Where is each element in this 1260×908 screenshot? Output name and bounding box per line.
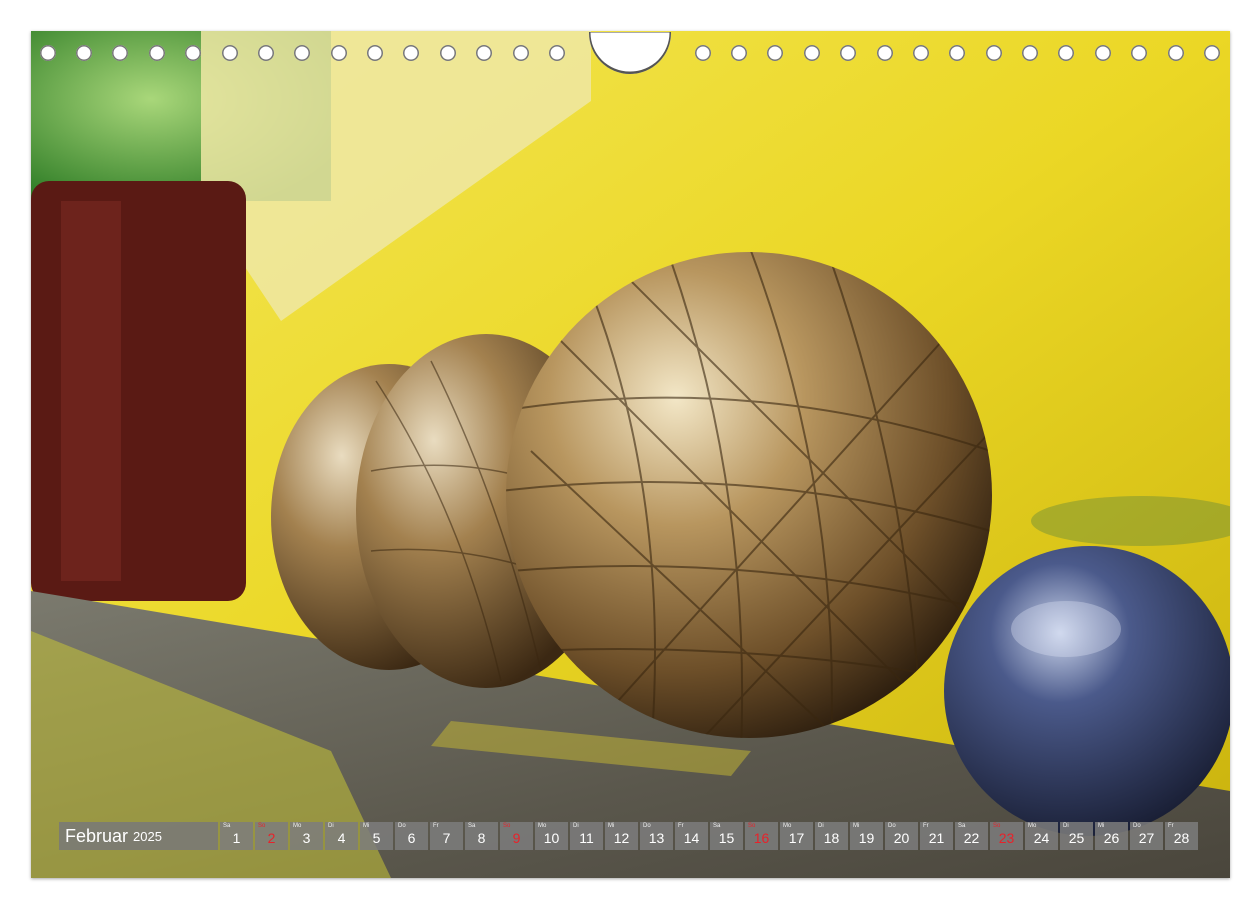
day-number: 8 (477, 830, 486, 846)
day-cell: Do 20 (885, 822, 918, 850)
day-cell: Do 27 (1130, 822, 1163, 850)
weekday-label: Di (573, 823, 579, 829)
day-number: 22 (963, 830, 980, 846)
calendar-strip: Februar 2025 Sa 1 So 2 Mo 3 Di 4 Mi 5 Do 6 Fr 7 Sa 8 So 9… (59, 822, 1200, 850)
day-cell: So 16 (745, 822, 778, 850)
weekday-label: Di (328, 823, 334, 829)
day-number: 6 (407, 830, 416, 846)
day-number: 21 (928, 830, 945, 846)
day-number: 4 (337, 830, 346, 846)
weekday-label: Fr (923, 823, 929, 829)
day-number: 11 (579, 830, 594, 846)
weekday-label: Mi (363, 823, 370, 829)
weekday-label: Mo (783, 823, 792, 829)
day-number: 10 (543, 830, 560, 846)
day-number: 15 (718, 830, 735, 846)
day-cell: Sa 22 (955, 822, 988, 850)
day-cell: Mo 3 (290, 822, 323, 850)
day-cell: Sa 1 (220, 822, 253, 850)
petanque-balls-photo (31, 31, 1230, 878)
day-cell: Fr 7 (430, 822, 463, 850)
weekday-label: Mo (293, 823, 302, 829)
month-year: 2025 (133, 828, 162, 844)
day-cell: Mi 19 (850, 822, 883, 850)
day-number: 2 (267, 830, 276, 846)
weekday-label: Do (1133, 823, 1141, 829)
day-cell: Di 18 (815, 822, 848, 850)
day-cell: Do 13 (640, 822, 673, 850)
calendar-page (31, 31, 1230, 878)
day-cell: So 23 (990, 822, 1023, 850)
day-number: 1 (232, 830, 241, 846)
day-cell: Sa 8 (465, 822, 498, 850)
weekday-label: So (258, 823, 266, 829)
day-number: 24 (1033, 830, 1050, 846)
day-cell: Fr 21 (920, 822, 953, 850)
weekday-label: So (993, 823, 1001, 829)
day-number: 9 (512, 830, 521, 846)
day-number: 16 (753, 830, 770, 846)
day-cell: Do 6 (395, 822, 428, 850)
day-cells: Sa 1 So 2 Mo 3 Di 4 Mi 5 Do 6 Fr 7 Sa 8 So 9 Mo 10 Di 11 Mi 12 D… (220, 822, 1200, 850)
weekday-label: Di (818, 823, 824, 829)
day-number: 3 (302, 830, 311, 846)
weekday-label: Do (643, 823, 651, 829)
weekday-label: Sa (713, 823, 721, 829)
day-number: 23 (998, 830, 1015, 846)
day-number: 5 (372, 830, 381, 846)
weekday-label: Mi (608, 823, 615, 829)
day-cell: Mo 10 (535, 822, 568, 850)
month-name: Februar (65, 825, 129, 846)
weekday-label: Fr (678, 823, 684, 829)
day-cell: Mi 12 (605, 822, 638, 850)
day-number: 17 (788, 830, 805, 846)
day-number: 27 (1138, 830, 1155, 846)
month-label: Februar 2025 (59, 822, 218, 850)
day-number: 28 (1173, 830, 1190, 846)
day-cell: So 9 (500, 822, 533, 850)
day-number: 25 (1068, 830, 1085, 846)
weekday-label: Sa (958, 823, 966, 829)
weekday-label: Fr (1168, 823, 1174, 829)
weekday-label: Mi (853, 823, 860, 829)
day-number: 7 (442, 830, 451, 846)
day-cell: Di 4 (325, 822, 358, 850)
weekday-label: So (503, 823, 511, 829)
day-cell: Mo 24 (1025, 822, 1058, 850)
day-number: 18 (823, 830, 840, 846)
day-cell: Di 11 (570, 822, 603, 850)
day-cell: Fr 28 (1165, 822, 1198, 850)
day-number: 13 (648, 830, 665, 846)
day-cell: So 2 (255, 822, 288, 850)
weekday-label: Mi (1098, 823, 1105, 829)
day-number: 19 (858, 830, 875, 846)
day-cell: Mi 26 (1095, 822, 1128, 850)
weekday-label: Mo (538, 823, 547, 829)
weekday-label: Sa (468, 823, 476, 829)
day-number: 14 (683, 830, 700, 846)
day-number: 12 (613, 830, 630, 846)
day-cell: Mi 5 (360, 822, 393, 850)
weekday-label: Sa (223, 823, 231, 829)
weekday-label: So (748, 823, 756, 829)
day-cell: Fr 14 (675, 822, 708, 850)
day-number: 26 (1103, 830, 1120, 846)
day-cell: Mo 17 (780, 822, 813, 850)
day-cell: Di 25 (1060, 822, 1093, 850)
weekday-label: Di (1063, 823, 1069, 829)
day-number: 20 (893, 830, 910, 846)
weekday-label: Do (398, 823, 406, 829)
weekday-label: Do (888, 823, 896, 829)
weekday-label: Mo (1028, 823, 1037, 829)
weekday-label: Fr (433, 823, 439, 829)
day-cell: Sa 15 (710, 822, 743, 850)
